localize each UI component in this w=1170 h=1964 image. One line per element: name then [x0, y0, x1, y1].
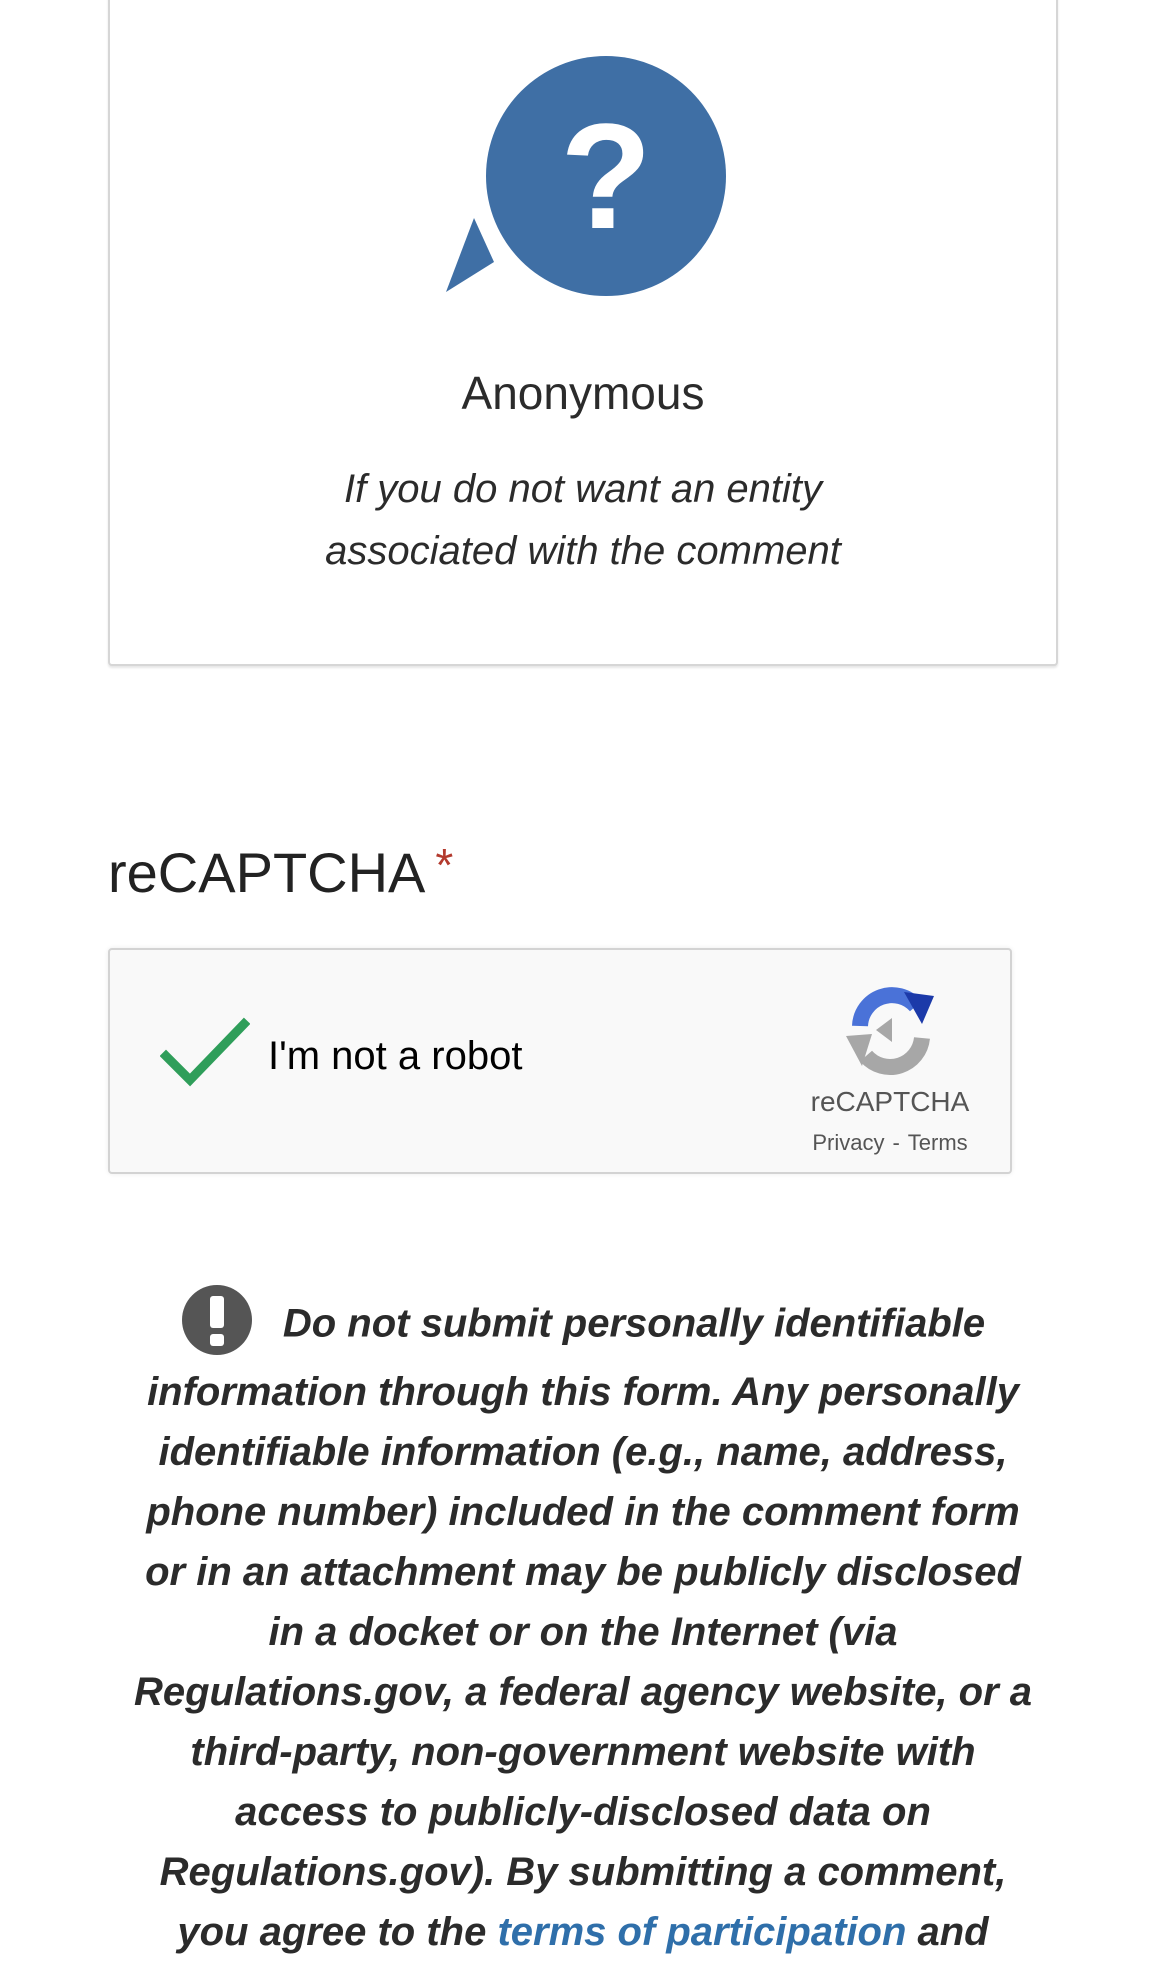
warning-line: Regulations.gov). By submitting a commen…: [159, 1850, 1007, 1894]
required-marker: *: [435, 839, 454, 891]
warning-text: and: [906, 1910, 989, 1954]
terms-of-participation-link[interactable]: terms of participation: [497, 1910, 906, 1954]
comment-form-page: ? Anonymous If you do not want an entity…: [0, 0, 1170, 1964]
anonymous-option-card[interactable]: ? Anonymous If you do not want an entity…: [108, 0, 1058, 666]
anonymous-option-description: If you do not want an entity associated …: [110, 458, 1056, 582]
anonymous-description-line: If you do not want an entity: [343, 467, 823, 511]
warning-line: or in an attachment may be publicly disc…: [145, 1550, 1021, 1594]
warning-text: you agree to the: [177, 1910, 498, 1954]
warning-line: in a docket or on the Internet (via: [268, 1610, 898, 1654]
anonymous-option-title: Anonymous: [461, 367, 705, 419]
warning-line: third-party, non-government website with: [190, 1730, 976, 1774]
link-separator: -: [892, 1130, 900, 1155]
pii-warning: Do not submit personally identifiable in…: [108, 1285, 1058, 1962]
checkmark-icon[interactable]: [160, 1016, 250, 1092]
warning-line: phone number) included in the comment fo…: [146, 1490, 1020, 1534]
warning-line: identifiable information (e.g., name, ad…: [158, 1430, 1008, 1474]
warning-line: Do not submit personally identifiable: [108, 1285, 1058, 1362]
not-a-robot-label[interactable]: I'm not a robot: [268, 1034, 522, 1079]
exclamation-circle-icon: [181, 1285, 252, 1355]
warning-line: Regulations.gov, a federal agency websit…: [133, 1670, 1033, 1714]
warning-line: you agree to the terms of participation …: [108, 1902, 1058, 1962]
warning-line: access to publicly-disclosed data on: [235, 1790, 931, 1834]
recaptcha-logo-icon: [846, 987, 934, 1075]
privacy-link[interactable]: Privacy: [812, 1130, 884, 1155]
recaptcha-widget: I'm not a robot reCAPTCHA Privacy - Terms: [108, 948, 1012, 1174]
recaptcha-links: Privacy - Terms: [770, 1130, 1010, 1156]
recaptcha-brand-label: reCAPTCHA: [810, 1086, 970, 1117]
warning-text: Do not submit personally identifiable: [282, 1301, 986, 1346]
terms-link[interactable]: Terms: [908, 1130, 968, 1155]
anonymous-description-line: associated with the comment: [325, 529, 841, 573]
recaptcha-heading: reCAPTCHA *: [108, 839, 454, 905]
svg-text:?: ?: [560, 92, 652, 260]
warning-line: information through this form. Any perso…: [147, 1370, 1019, 1414]
recaptcha-heading-text: reCAPTCHA: [108, 841, 426, 904]
question-speech-bubble-icon: ?: [446, 56, 726, 296]
